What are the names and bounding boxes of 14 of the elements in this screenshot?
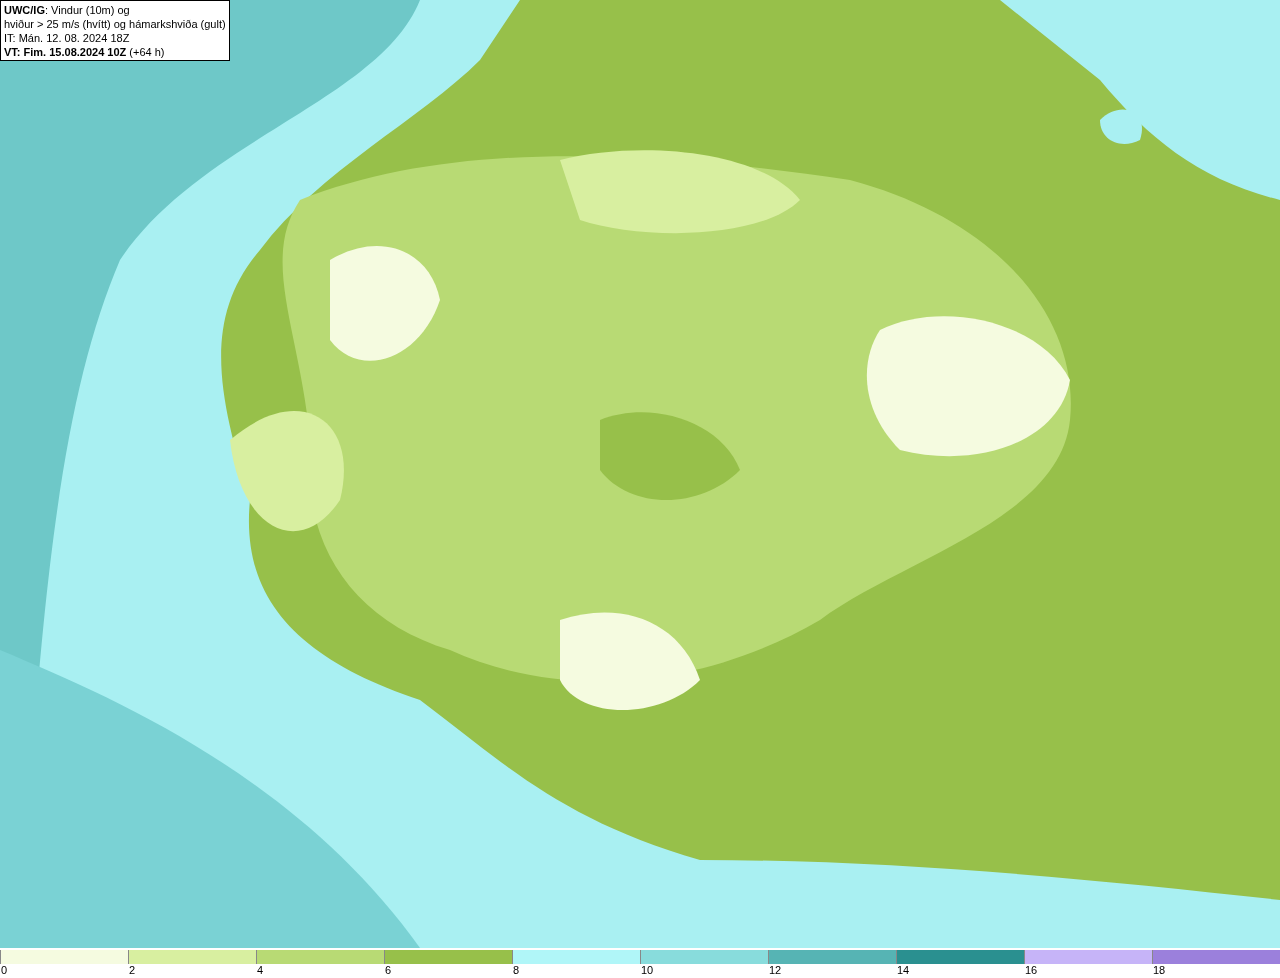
- legend-tick-label: 18: [1153, 964, 1166, 977]
- legend-tick-label: 16: [1025, 964, 1038, 977]
- legend-tick-label: 14: [897, 964, 910, 977]
- title-line: IT: Mán. 12. 08. 2024 18Z: [4, 31, 131, 45]
- legend-tick-label: 6: [385, 964, 392, 977]
- legend-tick-label: 4: [257, 964, 264, 977]
- title-line: hviður > 25 m/s (hvítt) og hámarkshviða (gult): [4, 17, 226, 31]
- legend-tick-label: 8: [513, 964, 520, 977]
- legend-tick-label: 12: [769, 964, 782, 977]
- title-line: VT: Fim. 15.08.2024 10Z (+64 h): [4, 45, 166, 59]
- legend-tick-label: 2: [129, 964, 136, 977]
- legend-tick-label: 10: [641, 964, 654, 977]
- title-line: UWC/IG: Vindur (10m) og: [4, 3, 131, 17]
- legend-tick-label: 0: [1, 964, 8, 977]
